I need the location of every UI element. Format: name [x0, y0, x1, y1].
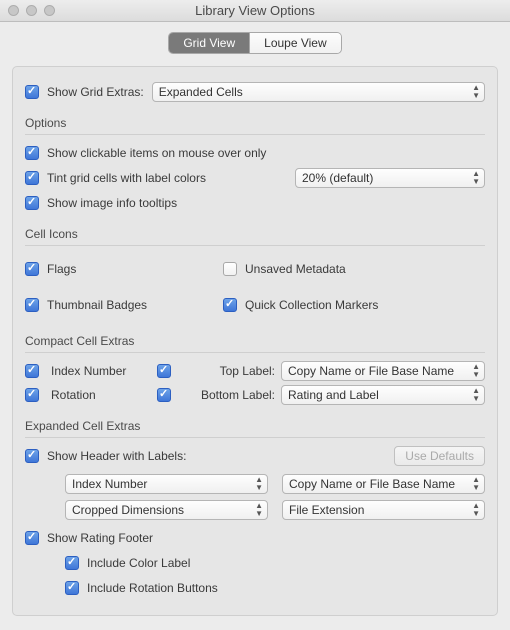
cell-icons-heading: Cell Icons [25, 227, 485, 241]
rotation-label: Rotation [51, 388, 151, 402]
clickable-items-checkbox[interactable] [25, 146, 39, 160]
show-grid-extras-checkbox[interactable] [25, 85, 39, 99]
window-title: Library View Options [0, 3, 510, 18]
bottom-label-checkbox[interactable] [157, 388, 171, 402]
flags-label: Flags [47, 262, 76, 276]
options-panel: Show Grid Extras: Expanded Cells ▲▼ Opti… [12, 66, 498, 616]
include-color-label-checkbox[interactable] [65, 556, 79, 570]
tooltips-checkbox[interactable] [25, 196, 39, 210]
index-number-checkbox[interactable] [25, 364, 39, 378]
window-controls [8, 5, 55, 16]
chevron-updown-icon: ▲▼ [472, 363, 480, 379]
tint-cells-label: Tint grid cells with label colors [47, 171, 206, 185]
top-label-select[interactable]: Copy Name or File Base Name ▲▼ [281, 361, 485, 381]
divider [25, 245, 485, 246]
view-mode-tabs: Grid View Loupe View [168, 32, 341, 54]
zoom-icon[interactable] [44, 5, 55, 16]
titlebar: Library View Options [0, 0, 510, 22]
chevron-updown-icon: ▲▼ [472, 84, 480, 100]
divider [25, 134, 485, 135]
compact-extras-heading: Compact Cell Extras [25, 334, 485, 348]
minimize-icon[interactable] [26, 5, 37, 16]
include-color-label-label: Include Color Label [87, 556, 190, 570]
include-rotation-buttons-checkbox[interactable] [65, 581, 79, 595]
divider [25, 437, 485, 438]
chevron-updown-icon: ▲▼ [472, 170, 480, 186]
grid-extras-select[interactable]: Expanded Cells ▲▼ [152, 82, 485, 102]
tint-percent-select[interactable]: 20% (default) ▲▼ [295, 168, 485, 188]
show-grid-extras-label: Show Grid Extras: [47, 85, 144, 99]
chevron-updown-icon: ▲▼ [255, 502, 263, 518]
expanded-extras-heading: Expanded Cell Extras [25, 419, 485, 433]
tab-loupe-view[interactable]: Loupe View [249, 33, 341, 53]
chevron-updown-icon: ▲▼ [472, 387, 480, 403]
options-heading: Options [25, 116, 485, 130]
unsaved-metadata-checkbox[interactable] [223, 262, 237, 276]
bottom-label-select[interactable]: Rating and Label ▲▼ [281, 385, 485, 405]
thumbnail-badges-checkbox[interactable] [25, 298, 39, 312]
chevron-updown-icon: ▲▼ [472, 476, 480, 492]
header-select-3[interactable]: Cropped Dimensions ▲▼ [65, 500, 268, 520]
clickable-items-label: Show clickable items on mouse over only [47, 146, 266, 160]
use-defaults-button[interactable]: Use Defaults [394, 446, 485, 466]
rotation-checkbox[interactable] [25, 388, 39, 402]
flags-checkbox[interactable] [25, 262, 39, 276]
include-rotation-buttons-label: Include Rotation Buttons [87, 581, 218, 595]
index-number-label: Index Number [51, 364, 151, 378]
chevron-updown-icon: ▲▼ [472, 502, 480, 518]
close-icon[interactable] [8, 5, 19, 16]
thumbnail-badges-label: Thumbnail Badges [47, 298, 147, 312]
top-label-checkbox[interactable] [157, 364, 171, 378]
rating-footer-label: Show Rating Footer [47, 531, 153, 545]
unsaved-metadata-label: Unsaved Metadata [245, 262, 346, 276]
bottom-label-label: Bottom Label: [183, 388, 275, 402]
quick-collection-checkbox[interactable] [223, 298, 237, 312]
header-select-2[interactable]: Copy Name or File Base Name ▲▼ [282, 474, 485, 494]
header-select-4[interactable]: File Extension ▲▼ [282, 500, 485, 520]
tab-grid-view[interactable]: Grid View [169, 33, 249, 53]
tooltips-label: Show image info tooltips [47, 196, 177, 210]
show-header-checkbox[interactable] [25, 449, 39, 463]
divider [25, 352, 485, 353]
show-header-label: Show Header with Labels: [47, 449, 186, 463]
top-label-label: Top Label: [183, 364, 275, 378]
tint-cells-checkbox[interactable] [25, 171, 39, 185]
header-select-1[interactable]: Index Number ▲▼ [65, 474, 268, 494]
rating-footer-checkbox[interactable] [25, 531, 39, 545]
chevron-updown-icon: ▲▼ [255, 476, 263, 492]
quick-collection-label: Quick Collection Markers [245, 298, 378, 312]
